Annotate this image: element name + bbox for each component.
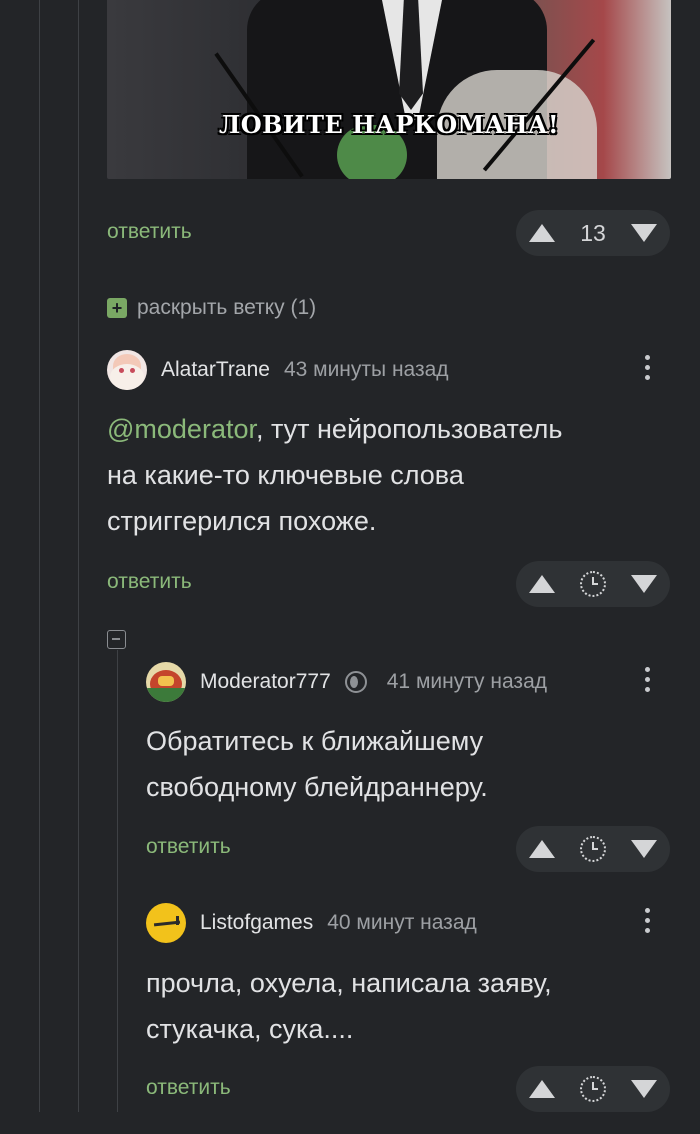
arrow-down-icon[interactable] [631,575,658,593]
clock-icon [579,571,606,597]
plus-icon: + [107,298,127,318]
clock-icon [579,1076,606,1102]
comment-time: 40 минут назад [327,911,477,934]
comment-text: @moderator, тут нейропользователь на как… [107,414,563,536]
comment-image[interactable]: ЛОВИТЕ НАРКОМАНА! [107,0,671,179]
comment-header: AlatarTrane 43 минуты назад [107,350,449,390]
reply-button[interactable]: ответить [107,220,192,244]
comment-text: Обратитесь к ближайшему свободному блейд… [146,726,488,802]
avatar[interactable] [146,662,186,702]
arrow-down-icon[interactable] [631,1080,658,1098]
more-icon[interactable] [645,667,651,692]
comment-time: 43 минуты назад [283,358,449,381]
username[interactable]: Moderator777 [200,670,331,694]
expand-thread-label: раскрыть ветку (1) [137,296,317,319]
comment-text: прочла, охуела, написала заяву, стукачка… [146,968,552,1044]
reply-button[interactable]: ответить [146,1076,231,1100]
arrow-up-icon[interactable] [528,840,555,858]
rating-count: 13 [580,219,606,246]
comment-time: 41 минуту назад [386,670,547,693]
expand-thread-button[interactable]: + раскрыть ветку (1) [107,296,316,320]
vote-widget [516,826,670,872]
arrow-down-icon[interactable] [631,840,658,858]
vote-widget [516,561,670,607]
arrow-down-icon[interactable] [631,224,658,242]
thread-line [78,0,79,1112]
arrow-up-icon[interactable] [528,1080,555,1098]
moderator-badge-icon [344,671,367,693]
more-icon[interactable] [645,908,651,933]
username[interactable]: AlatarTrane [161,358,270,382]
reply-button[interactable]: ответить [107,570,192,594]
minus-icon[interactable] [107,630,126,649]
clock-icon [579,836,606,862]
vote-widget: 13 [516,210,670,256]
image-caption: ЛОВИТЕ НАРКОМАНА! [219,110,559,139]
arrow-up-icon[interactable] [528,224,555,242]
arrow-up-icon[interactable] [528,575,555,593]
comment-header: Moderator777 41 минуту назад [146,662,547,702]
comment-header: Listofgames 40 минут назад [146,903,477,943]
vote-widget [516,1066,670,1112]
thread-line [39,0,40,1112]
avatar[interactable] [107,350,147,390]
username[interactable]: Listofgames [200,911,313,935]
mention-link[interactable]: @moderator [107,414,256,444]
more-icon[interactable] [645,355,651,380]
reply-button[interactable]: ответить [146,835,231,859]
avatar[interactable] [146,903,186,943]
thread-line [117,650,118,1112]
